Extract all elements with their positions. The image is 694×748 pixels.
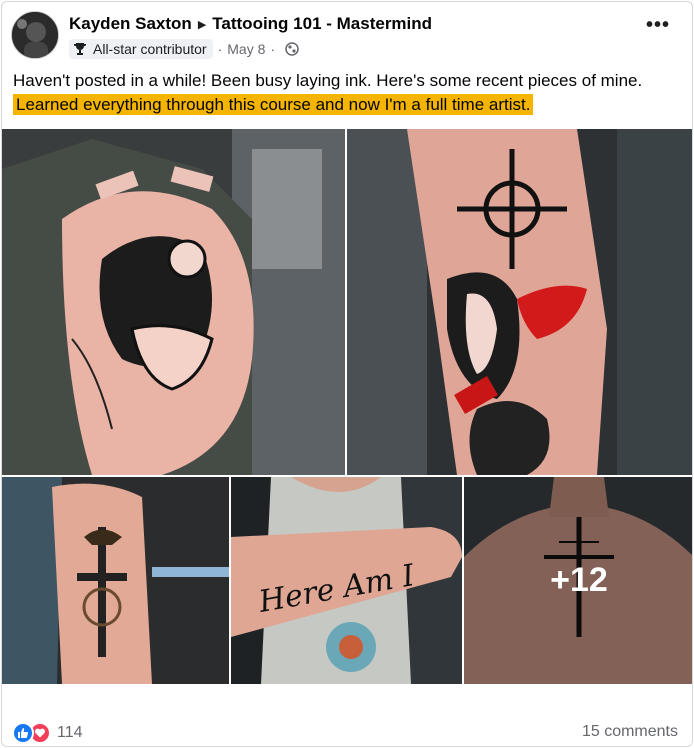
photo-5[interactable]: +12 [464,477,692,684]
more-options-icon[interactable]: ••• [646,15,670,35]
post-header: Kayden Saxton ▶ Tattooing 101 - Mastermi… [2,2,692,64]
globe-icon[interactable] [285,42,299,56]
contributor-badge[interactable]: All-star contributor [69,39,213,59]
reaction-count: 114 [57,724,83,741]
post-text-plain: Haven't posted in a while! Been busy lay… [13,71,643,90]
post-date[interactable]: May 8 [227,41,265,57]
like-icon [12,722,34,744]
badge-label: All-star contributor [93,41,207,57]
author-avatar[interactable] [11,11,59,59]
group-name[interactable]: Tattooing 101 - Mastermind [212,14,432,34]
author-name[interactable]: Kayden Saxton [69,14,192,34]
reactions-summary[interactable]: 114 [12,722,83,744]
post-text-highlight: Learned everything through this course a… [13,94,534,115]
photo-3[interactable] [2,477,229,684]
photo-2[interactable] [347,129,692,475]
post-card: Kayden Saxton ▶ Tattooing 101 - Mastermi… [1,1,693,747]
author-group-line: Kayden Saxton ▶ Tattooing 101 - Mastermi… [69,14,432,34]
trophy-icon [74,43,86,55]
post-footer: 114 15 comments [2,702,692,746]
meta-dot: · [270,41,276,57]
photo-1[interactable] [2,129,345,475]
meta-dot: · [217,41,223,57]
photo-4[interactable]: Here Am I [231,477,462,684]
caret-right-icon: ▶ [197,18,207,31]
comments-link[interactable]: 15 comments [582,723,678,741]
more-photos-overlay[interactable]: +12 [464,477,692,684]
photo-grid: Here Am I +12 [2,129,692,684]
post-meta: All-star contributor · May 8 · [69,39,299,59]
post-text: Haven't posted in a while! Been busy lay… [13,69,663,117]
